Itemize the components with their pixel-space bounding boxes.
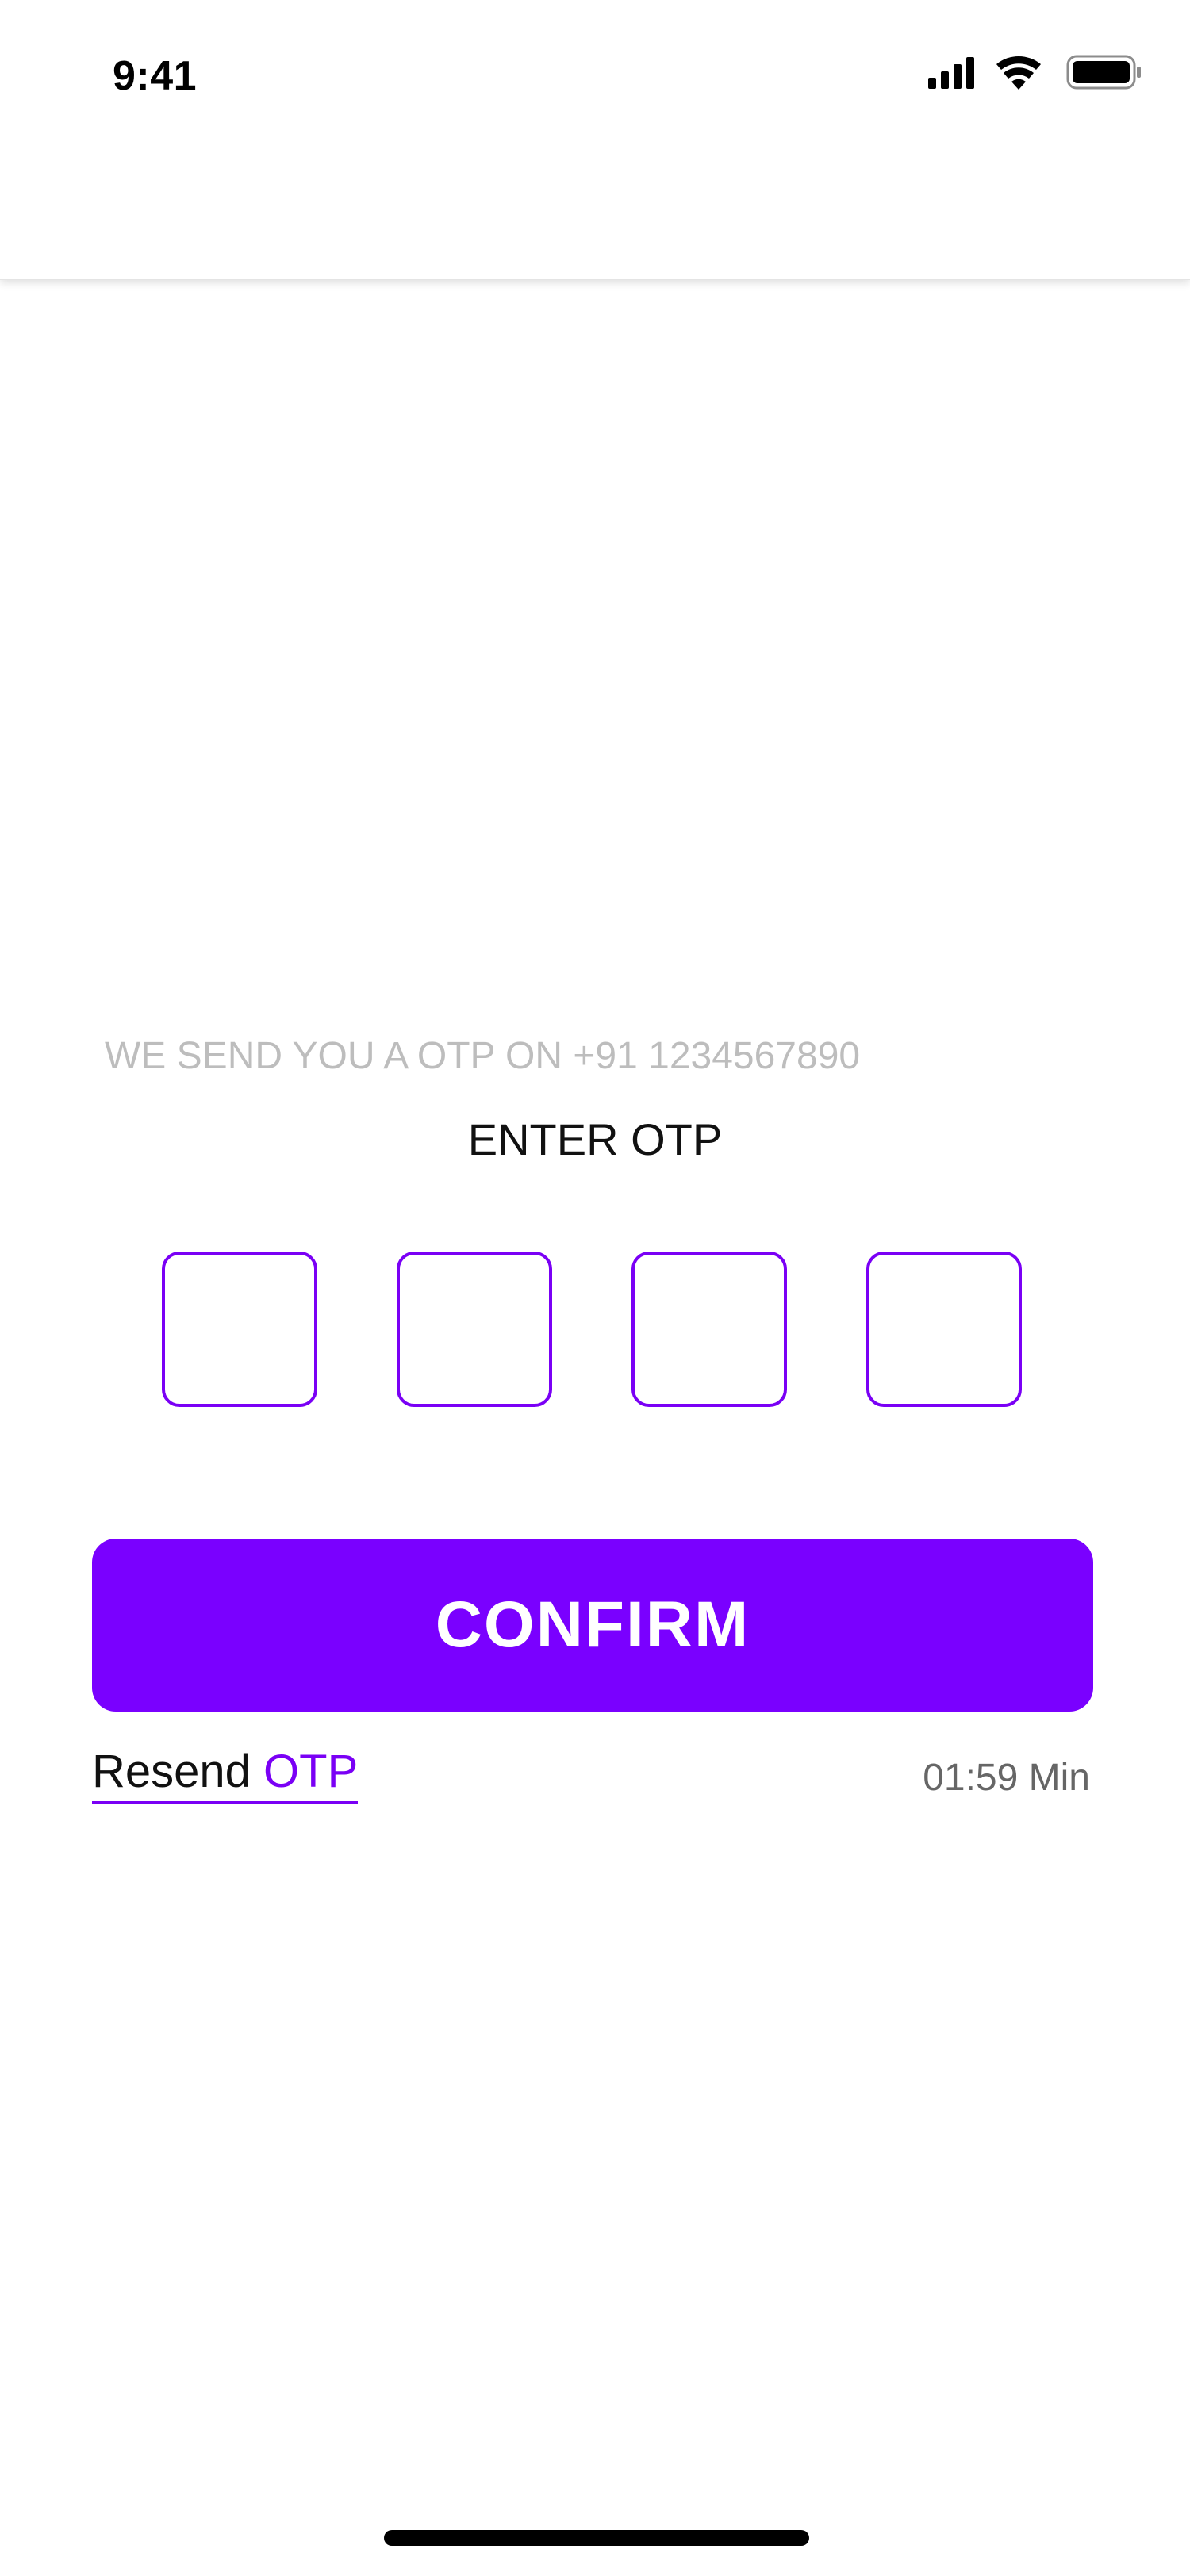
otp-digit-2-input[interactable] — [397, 1252, 552, 1407]
battery-icon — [1066, 55, 1141, 90]
resend-otp-link[interactable]: Resend OTP — [92, 1745, 359, 1804]
otp-digit-3-input[interactable] — [631, 1252, 787, 1407]
otp-digit-1-input[interactable] — [162, 1252, 317, 1407]
wifi-icon — [996, 56, 1041, 90]
otp-digit-4-input[interactable] — [866, 1252, 1022, 1407]
status-time: 9:41 — [113, 53, 198, 99]
resend-label: Resend — [92, 1746, 251, 1797]
enter-otp-title: ENTER OTP — [467, 1114, 723, 1164]
home-indicator — [384, 2530, 809, 2546]
status-bar: 9:41 — [0, 0, 1190, 159]
cellular-signal-icon — [928, 57, 974, 89]
confirm-button[interactable]: CONFIRM — [92, 1539, 1093, 1712]
resend-otp-accent: OTP — [263, 1746, 359, 1797]
resend-timer: 01:59 Min — [923, 1757, 1090, 1799]
otp-sent-message: WE SEND YOU A OTP ON +91 1234567890 — [105, 1035, 861, 1077]
status-icons — [928, 55, 1141, 90]
